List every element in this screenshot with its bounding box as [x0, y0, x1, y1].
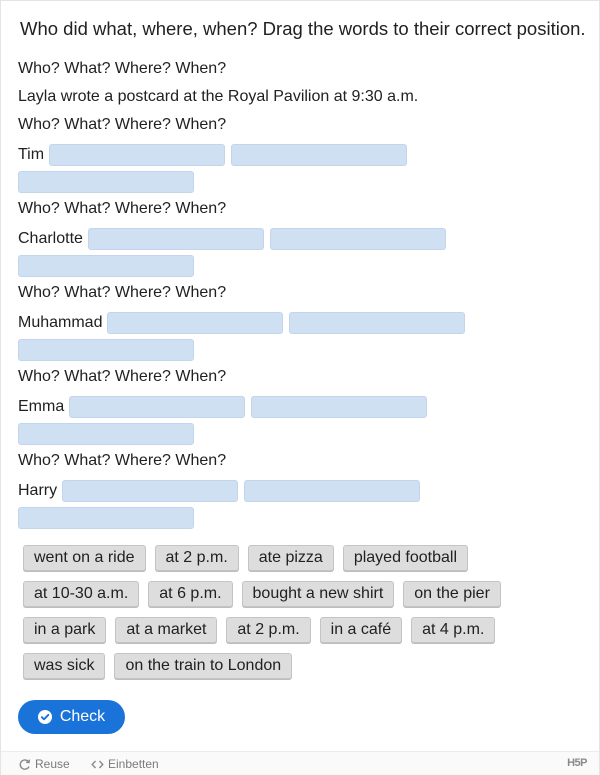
drop-zone[interactable]	[49, 144, 226, 166]
word-row: was sick on the train to London	[23, 653, 583, 679]
check-circle-icon	[37, 710, 52, 724]
sentence-subject: Tim	[18, 146, 45, 163]
draggable-word[interactable]: in a café	[319, 617, 403, 643]
sentence-prompt: Who? What? Where? When?	[18, 452, 227, 469]
check-button-label: Check	[59, 708, 106, 725]
draggable-word[interactable]: bought a new shirt	[241, 581, 395, 607]
footer-bar: Reuse Einbetten H5P	[1, 751, 599, 775]
sentence-block: Who? What? Where? When? Charlotte	[18, 199, 588, 283]
h5p-logo[interactable]: H5P	[567, 757, 587, 769]
header-prompt: Who? What? Where? When?	[18, 60, 227, 77]
drop-zone[interactable]	[251, 396, 428, 418]
word-row: went on a ride at 2 p.m. ate pizza played f…	[23, 545, 583, 571]
drop-zone[interactable]	[289, 312, 466, 334]
task-area: Who? What? Where? When? Layla wrote a po…	[18, 59, 588, 535]
sentence-block: Who? What? Where? When? Emma	[18, 367, 588, 451]
sentence-block: Who? What? Where? When? Harry	[18, 451, 588, 535]
embed-link[interactable]: Einbetten	[91, 757, 159, 771]
drop-zone[interactable]	[18, 255, 194, 277]
sentence-prompt: Who? What? Where? When?	[18, 368, 227, 385]
reuse-link[interactable]: Reuse	[18, 757, 70, 771]
draggable-word[interactable]: went on a ride	[23, 545, 146, 571]
drop-zone[interactable]	[18, 507, 194, 529]
draggable-word[interactable]: at 6 p.m.	[148, 581, 233, 607]
drop-zone[interactable]	[18, 171, 194, 193]
drop-zone[interactable]	[18, 423, 194, 445]
sentence-subject: Charlotte	[18, 230, 83, 247]
draggable-word[interactable]: was sick	[23, 653, 106, 679]
draggable-word[interactable]: in a park	[23, 617, 107, 643]
sentence-prompt: Who? What? Where? When?	[18, 200, 227, 217]
check-button[interactable]: Check	[18, 700, 125, 734]
drop-zone[interactable]	[231, 144, 408, 166]
draggable-word[interactable]: at a market	[115, 617, 218, 643]
embed-label: Einbetten	[108, 757, 159, 771]
sentence-prompt: Who? What? Where? When?	[18, 116, 227, 133]
drop-zone[interactable]	[244, 480, 421, 502]
draggable-word[interactable]: on the pier	[403, 581, 501, 607]
drop-zone[interactable]	[87, 228, 264, 250]
draggable-word[interactable]: at 10-30 a.m.	[23, 581, 140, 607]
draggable-word[interactable]: played football	[342, 545, 468, 571]
word-row: at 10-30 a.m. at 6 p.m. bought a new shirt…	[23, 581, 583, 607]
draggable-word[interactable]: at 4 p.m.	[411, 617, 496, 643]
sentence-block: Who? What? Where? When? Muhammad	[18, 283, 588, 367]
code-icon	[91, 760, 104, 768]
example-sentence: Layla wrote a postcard at the Royal Pavi…	[18, 88, 419, 105]
sentence-subject: Emma	[18, 398, 65, 415]
drop-zone[interactable]	[107, 312, 284, 334]
task-title: Who did what, where, when? Drag the word…	[20, 18, 586, 39]
draggable-word-pool: went on a ride at 2 p.m. ate pizza played f…	[23, 545, 583, 689]
reuse-icon	[19, 758, 31, 770]
sentence-block: Who? What? Where? When? Tim	[18, 115, 588, 199]
sentence-subject: Muhammad	[18, 314, 103, 331]
reuse-label: Reuse	[35, 757, 70, 771]
drop-zone[interactable]	[18, 339, 194, 361]
draggable-word[interactable]: at 2 p.m.	[226, 617, 311, 643]
drop-zone[interactable]	[69, 396, 246, 418]
drop-zone[interactable]	[62, 480, 239, 502]
drop-zone[interactable]	[269, 228, 446, 250]
h5p-container: Who did what, where, when? Drag the word…	[0, 0, 600, 775]
word-row: in a park at a market at 2 p.m. in a café at…	[23, 617, 583, 643]
sentence-subject: Harry	[18, 482, 58, 499]
draggable-word[interactable]: at 2 p.m.	[154, 545, 239, 571]
draggable-word[interactable]: ate pizza	[247, 545, 334, 571]
draggable-word[interactable]: on the train to London	[114, 653, 293, 679]
sentence-prompt: Who? What? Where? When?	[18, 284, 227, 301]
